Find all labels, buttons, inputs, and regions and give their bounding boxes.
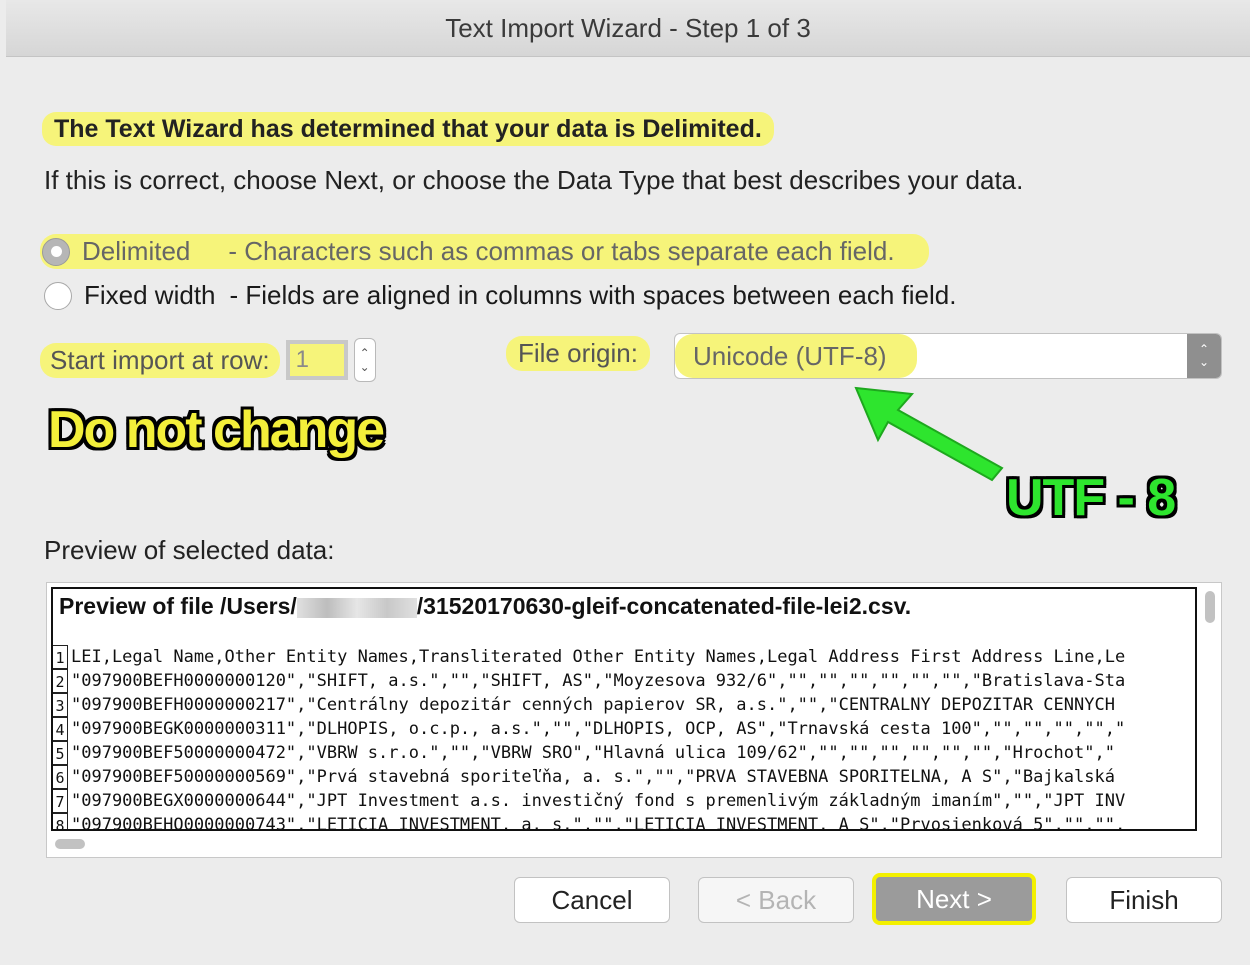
utf8-annotation: UTF - 8 (1006, 469, 1176, 527)
cancel-button[interactable]: Cancel (514, 877, 670, 923)
preview-row: 4 "097900BEGK0000000311","DLHOPIS, o.c.p.… (53, 717, 1195, 741)
preview-content: Preview of file /Users//31520170630-glei… (51, 587, 1197, 831)
start-row-input[interactable]: 1 (285, 340, 348, 380)
preview-lines: 1 LEI,Legal Name,Other Entity Names,Trans… (53, 645, 1195, 829)
delimited-label: Delimited (82, 236, 191, 266)
preview-horizontal-scrollbar[interactable] (55, 839, 85, 849)
preview-row: 5 "097900BEF50000000472","VBRW s.r.o.",""… (53, 741, 1195, 765)
window-title: Text Import Wizard - Step 1 of 3 (445, 12, 811, 43)
preview-row: 1 LEI,Legal Name,Other Entity Names,Trans… (53, 645, 1195, 669)
option-fixed-width[interactable]: Fixed width - Fields are aligned in colu… (44, 280, 956, 311)
file-origin-label: File origin: (506, 336, 650, 371)
fixed-width-radio[interactable] (44, 281, 72, 310)
start-import-label: Start import at row: (40, 342, 280, 378)
start-row-stepper[interactable]: ⌃ ⌄ (353, 338, 376, 382)
finish-button[interactable]: Finish (1066, 877, 1222, 923)
option-delimited[interactable]: Delimited - Characters such as commas or… (40, 234, 929, 269)
preview-row: 8 "097900BEHQ0000000743","LETICIA INVESTM… (53, 813, 1195, 829)
preview-panel[interactable]: Preview of file /Users//31520170630-glei… (46, 582, 1222, 858)
stepper-up-icon[interactable]: ⌃ (360, 346, 370, 360)
next-button[interactable]: Next > (872, 873, 1036, 925)
fixed-width-description: - Fields are aligned in columns with spa… (229, 280, 957, 310)
file-origin-row: File origin: (506, 336, 650, 371)
green-arrow-icon (854, 386, 1004, 482)
file-origin-value: Unicode (UTF-8) (675, 334, 917, 378)
preview-vertical-scrollbar[interactable] (1205, 591, 1215, 623)
preview-row: 3 "097900BEFH0000000217","Centrálny depoz… (53, 693, 1195, 717)
window-titlebar[interactable]: Text Import Wizard - Step 1 of 3 (6, 0, 1250, 57)
preview-row: 2 "097900BEFH0000000120","SHIFT, a.s.",""… (53, 669, 1195, 693)
wizard-headline: The Text Wizard has determined that your… (42, 112, 774, 146)
text-import-wizard-window: Text Import Wizard - Step 1 of 3 The Tex… (6, 0, 1250, 965)
preview-file-title: Preview of file /Users//31520170630-glei… (59, 593, 912, 619)
redacted-username (296, 597, 417, 618)
select-chevron-icon: ⌃ ⌄ (1187, 334, 1221, 378)
preview-label: Preview of selected data: (44, 535, 335, 565)
delimited-description: - Characters such as commas or tabs sepa… (228, 236, 895, 266)
do-not-change-annotation: Do not change (48, 401, 385, 459)
wizard-subtext: If this is correct, choose Next, or choo… (44, 165, 1024, 195)
delimited-radio[interactable] (42, 237, 70, 266)
preview-row: 7 "097900BEGX0000000644","JPT Investment … (53, 789, 1195, 813)
start-import-row: Start import at row: 1 ⌃ ⌄ (40, 338, 376, 382)
stepper-down-icon[interactable]: ⌄ (360, 360, 370, 374)
back-button[interactable]: < Back (698, 877, 854, 923)
preview-row: 6 "097900BEF50000000569","Prvá stavebná s… (53, 765, 1195, 789)
fixed-width-label: Fixed width (84, 280, 216, 310)
file-origin-select[interactable]: Unicode (UTF-8) ⌃ ⌄ (674, 333, 1222, 379)
